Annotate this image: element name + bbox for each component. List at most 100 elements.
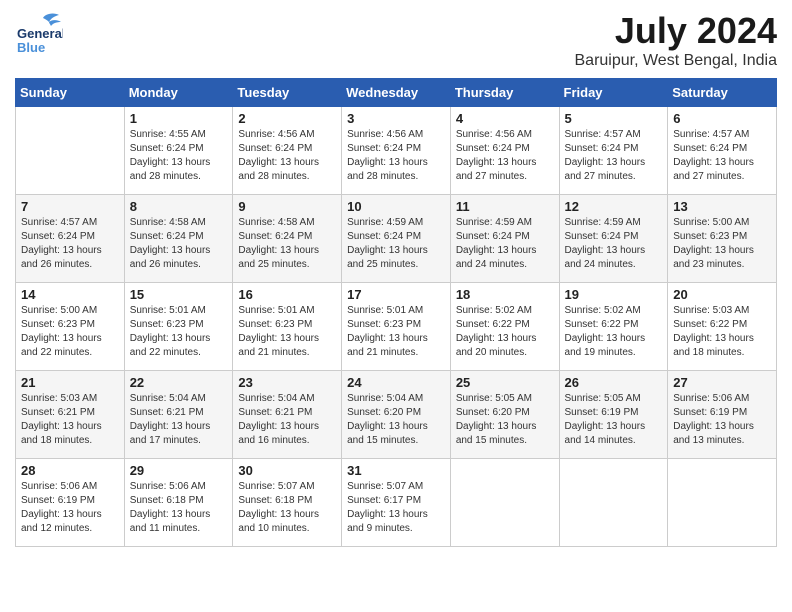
day-info: Sunrise: 5:06 AM Sunset: 6:18 PM Dayligh… [130,480,228,536]
day-number: 4 [456,111,554,126]
calendar-cell: 6 Sunrise: 4:57 AM Sunset: 6:24 PM Daylig… [668,107,777,195]
day-number: 18 [456,287,554,302]
calendar-week-5: 28Sunrise: 5:06 AM Sunset: 6:19 PM Dayli… [16,459,777,547]
day-number: 29 [130,463,228,478]
calendar-header-saturday: Saturday [668,79,777,107]
title-block: July 2024 Baruipur, West Bengal, India [575,10,778,70]
calendar-cell: 11 Sunrise: 4:59 AM Sunset: 6:24 PM Dayli… [450,195,559,283]
day-info: Sunrise: 5:06 AM Sunset: 6:19 PM Dayligh… [673,392,771,448]
day-number: 7 [21,199,119,214]
day-info: Sunrise: 4:56 AM Sunset: 6:24 PM Dayligh… [456,128,554,184]
calendar-header-row: SundayMondayTuesdayWednesdayThursdayFrid… [16,79,777,107]
day-info: Sunrise: 5:01 AM Sunset: 6:23 PM Dayligh… [238,304,336,360]
calendar-cell: 20 Sunrise: 5:03 AM Sunset: 6:22 PM Dayli… [668,283,777,371]
day-info: Sunrise: 4:59 AM Sunset: 6:24 PM Dayligh… [347,216,445,272]
calendar-header-sunday: Sunday [16,79,125,107]
day-number: 31 [347,463,445,478]
day-info: Sunrise: 5:01 AM Sunset: 6:23 PM Dayligh… [130,304,228,360]
calendar-cell: 29 Sunrise: 5:06 AM Sunset: 6:18 PM Dayli… [124,459,233,547]
calendar-cell [668,459,777,547]
day-number: 3 [347,111,445,126]
calendar-cell: 19 Sunrise: 5:02 AM Sunset: 6:22 PM Dayli… [559,283,668,371]
calendar-header-friday: Friday [559,79,668,107]
calendar-cell: 14 Sunrise: 5:00 AM Sunset: 6:23 PM Dayli… [16,283,125,371]
calendar-cell: 10Sunrise: 4:59 AM Sunset: 6:24 PM Dayli… [342,195,451,283]
day-number: 11 [456,199,554,214]
calendar-cell: 21 Sunrise: 5:03 AM Sunset: 6:21 PM Dayli… [16,371,125,459]
calendar-cell: 30 Sunrise: 5:07 AM Sunset: 6:18 PM Dayli… [233,459,342,547]
calendar-body: 1 Sunrise: 4:55 AM Sunset: 6:24 PM Daylig… [16,107,777,547]
calendar-cell [559,459,668,547]
day-info: Sunrise: 5:05 AM Sunset: 6:19 PM Dayligh… [565,392,663,448]
day-info: Sunrise: 5:03 AM Sunset: 6:22 PM Dayligh… [673,304,771,360]
svg-text:Blue: Blue [17,40,45,54]
calendar-cell: 23 Sunrise: 5:04 AM Sunset: 6:21 PM Dayli… [233,371,342,459]
day-number: 30 [238,463,336,478]
day-number: 19 [565,287,663,302]
day-number: 12 [565,199,663,214]
day-number: 14 [21,287,119,302]
day-number: 21 [21,375,119,390]
calendar-cell: 31 Sunrise: 5:07 AM Sunset: 6:17 PM Dayli… [342,459,451,547]
day-info: Sunrise: 5:00 AM Sunset: 6:23 PM Dayligh… [673,216,771,272]
calendar-cell: 22 Sunrise: 5:04 AM Sunset: 6:21 PM Dayli… [124,371,233,459]
day-info: Sunrise: 5:01 AM Sunset: 6:23 PM Dayligh… [347,304,445,360]
day-info: Sunrise: 5:04 AM Sunset: 6:21 PM Dayligh… [238,392,336,448]
day-info: Sunrise: 5:04 AM Sunset: 6:20 PM Dayligh… [347,392,445,448]
day-number: 28 [21,463,119,478]
calendar-week-2: 7 Sunrise: 4:57 AM Sunset: 6:24 PM Daylig… [16,195,777,283]
day-number: 13 [673,199,771,214]
calendar-header-tuesday: Tuesday [233,79,342,107]
day-info: Sunrise: 4:57 AM Sunset: 6:24 PM Dayligh… [565,128,663,184]
day-info: Sunrise: 4:57 AM Sunset: 6:24 PM Dayligh… [673,128,771,184]
calendar-cell: 3Sunrise: 4:56 AM Sunset: 6:24 PM Daylig… [342,107,451,195]
calendar-cell: 17 Sunrise: 5:01 AM Sunset: 6:23 PM Dayli… [342,283,451,371]
calendar-table: SundayMondayTuesdayWednesdayThursdayFrid… [15,78,777,547]
calendar-week-1: 1 Sunrise: 4:55 AM Sunset: 6:24 PM Daylig… [16,107,777,195]
calendar-cell: 27 Sunrise: 5:06 AM Sunset: 6:19 PM Dayli… [668,371,777,459]
calendar-cell: 16 Sunrise: 5:01 AM Sunset: 6:23 PM Dayli… [233,283,342,371]
day-info: Sunrise: 4:56 AM Sunset: 6:24 PM Dayligh… [238,128,336,184]
calendar-cell: 15 Sunrise: 5:01 AM Sunset: 6:23 PM Dayli… [124,283,233,371]
day-number: 8 [130,199,228,214]
calendar-header-thursday: Thursday [450,79,559,107]
calendar-cell: 26 Sunrise: 5:05 AM Sunset: 6:19 PM Dayli… [559,371,668,459]
day-number: 24 [347,375,445,390]
day-info: Sunrise: 5:00 AM Sunset: 6:23 PM Dayligh… [21,304,119,360]
calendar-cell: 7 Sunrise: 4:57 AM Sunset: 6:24 PM Daylig… [16,195,125,283]
calendar-cell: 12Sunrise: 4:59 AM Sunset: 6:24 PM Dayli… [559,195,668,283]
day-info: Sunrise: 4:57 AM Sunset: 6:24 PM Dayligh… [21,216,119,272]
day-number: 26 [565,375,663,390]
day-number: 27 [673,375,771,390]
day-info: Sunrise: 4:58 AM Sunset: 6:24 PM Dayligh… [130,216,228,272]
day-info: Sunrise: 4:59 AM Sunset: 6:24 PM Dayligh… [456,216,554,272]
day-number: 25 [456,375,554,390]
day-info: Sunrise: 5:07 AM Sunset: 6:17 PM Dayligh… [347,480,445,536]
month-title: July 2024 [575,10,778,52]
day-number: 22 [130,375,228,390]
day-number: 2 [238,111,336,126]
calendar-cell: 9Sunrise: 4:58 AM Sunset: 6:24 PM Daylig… [233,195,342,283]
day-info: Sunrise: 5:03 AM Sunset: 6:21 PM Dayligh… [21,392,119,448]
calendar-header-wednesday: Wednesday [342,79,451,107]
calendar-cell: 2 Sunrise: 4:56 AM Sunset: 6:24 PM Daylig… [233,107,342,195]
page-header: General Blue July 2024 Baruipur, West Be… [15,10,777,70]
day-info: Sunrise: 5:07 AM Sunset: 6:18 PM Dayligh… [238,480,336,536]
day-info: Sunrise: 5:02 AM Sunset: 6:22 PM Dayligh… [565,304,663,360]
calendar-cell: 24 Sunrise: 5:04 AM Sunset: 6:20 PM Dayli… [342,371,451,459]
day-number: 6 [673,111,771,126]
day-number: 16 [238,287,336,302]
calendar-cell [450,459,559,547]
day-number: 1 [130,111,228,126]
day-number: 15 [130,287,228,302]
day-info: Sunrise: 5:04 AM Sunset: 6:21 PM Dayligh… [130,392,228,448]
calendar-cell: 25 Sunrise: 5:05 AM Sunset: 6:20 PM Dayli… [450,371,559,459]
day-number: 17 [347,287,445,302]
day-number: 20 [673,287,771,302]
day-info: Sunrise: 4:55 AM Sunset: 6:24 PM Dayligh… [130,128,228,184]
calendar-cell: 5Sunrise: 4:57 AM Sunset: 6:24 PM Daylig… [559,107,668,195]
day-info: Sunrise: 5:05 AM Sunset: 6:20 PM Dayligh… [456,392,554,448]
location: Baruipur, West Bengal, India [575,52,778,70]
calendar-cell [16,107,125,195]
day-number: 23 [238,375,336,390]
